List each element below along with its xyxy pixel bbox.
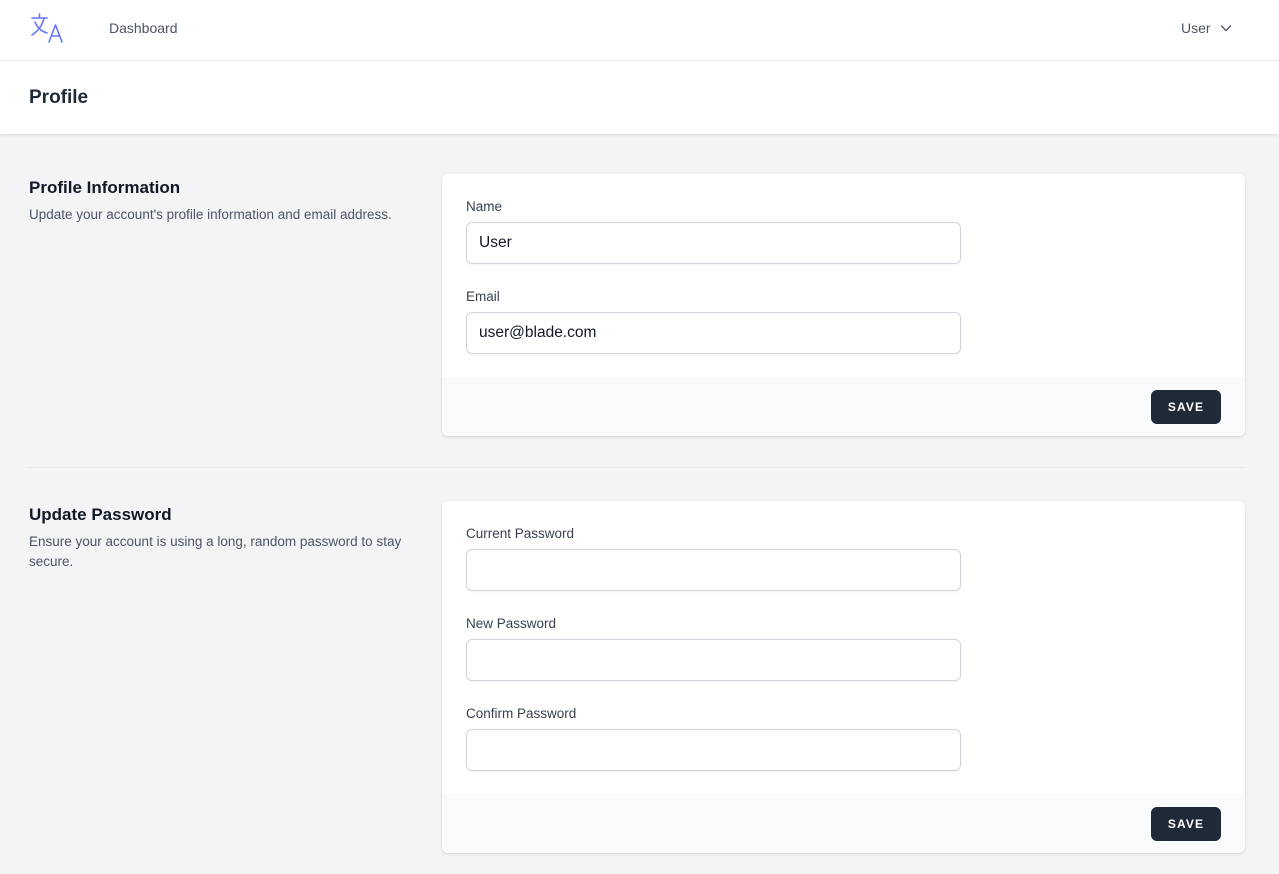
- email-label: Email: [466, 289, 500, 304]
- save-password-button[interactable]: SAVE: [1151, 807, 1221, 841]
- update-password-footer: SAVE: [442, 794, 1245, 853]
- new-password-input[interactable]: [466, 639, 961, 681]
- top-navigation: Dashboard User: [0, 0, 1279, 61]
- confirm-password-input[interactable]: [466, 729, 961, 771]
- save-profile-button[interactable]: SAVE: [1151, 390, 1221, 424]
- profile-information-title: Profile Information: [29, 178, 181, 197]
- current-password-label: Current Password: [466, 526, 575, 541]
- email-input[interactable]: [466, 312, 961, 354]
- name-label: Name: [466, 199, 503, 214]
- page-header: Profile: [0, 61, 1279, 134]
- profile-information-description: Update your account's profile informatio…: [29, 207, 392, 222]
- section-divider: [28, 467, 1245, 468]
- current-password-input[interactable]: [466, 549, 961, 591]
- update-password-title: Update Password: [29, 505, 172, 524]
- chevron-down-icon: [1220, 25, 1231, 32]
- profile-information-footer: SAVE: [442, 377, 1245, 436]
- page-title: Profile: [29, 87, 89, 108]
- profile-information-card: Name Email SAVE: [442, 174, 1245, 436]
- confirm-password-label: Confirm Password: [466, 706, 577, 721]
- update-password-card: Current Password New Password Confirm Pa…: [442, 501, 1245, 853]
- update-password-description: Ensure your account is using a long, ran…: [29, 534, 402, 569]
- new-password-label: New Password: [466, 616, 557, 631]
- nav-link-dashboard[interactable]: Dashboard: [109, 20, 178, 36]
- user-menu-label: User: [1181, 20, 1211, 36]
- user-menu-dropdown[interactable]: User: [1181, 19, 1232, 37]
- name-input[interactable]: [466, 222, 961, 264]
- translate-icon[interactable]: [30, 12, 66, 44]
